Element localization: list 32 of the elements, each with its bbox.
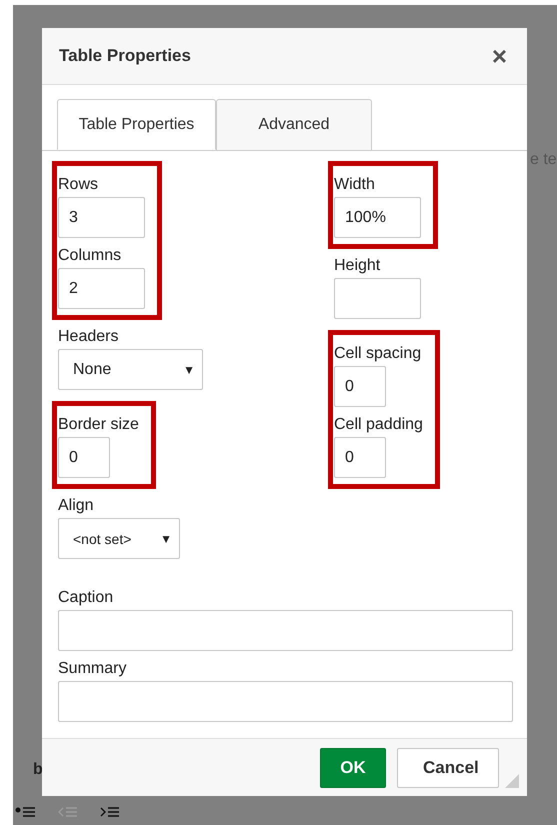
- resize-grip-icon[interactable]: [505, 774, 519, 788]
- input-field[interactable]: 100%: [334, 197, 421, 238]
- input-field[interactable]: [334, 278, 421, 319]
- input-field[interactable]: 3: [58, 197, 145, 238]
- bullet-list-icon[interactable]: [15, 804, 35, 818]
- field-label: Headers: [58, 327, 120, 347]
- field-label: Height: [334, 256, 382, 276]
- input-field[interactable]: 0: [334, 437, 386, 478]
- field-label: Rows: [58, 175, 100, 195]
- field-label: Cell padding: [334, 415, 423, 435]
- dropdown[interactable]: None ▼: [58, 349, 203, 390]
- field-label: Border size: [58, 415, 139, 435]
- dropdown[interactable]: <not set> ▼: [58, 518, 180, 559]
- close-button[interactable]: ×: [492, 43, 507, 69]
- tab[interactable]: Advanced: [216, 99, 372, 150]
- input-field[interactable]: 0: [58, 437, 110, 478]
- ok-button[interactable]: OK: [320, 748, 386, 788]
- field-label: Columns: [58, 246, 122, 266]
- field-label: Align: [58, 496, 95, 516]
- field-label: Summary: [58, 659, 128, 679]
- dialog-title: Table Properties: [59, 46, 191, 66]
- input-field[interactable]: 2: [58, 268, 145, 309]
- input-field[interactable]: [58, 681, 513, 722]
- background-text: b: [33, 761, 43, 779]
- input-field[interactable]: [58, 610, 513, 651]
- indent-icon[interactable]: [99, 804, 119, 818]
- input-field[interactable]: 0: [334, 366, 386, 407]
- tab[interactable]: Table Properties: [57, 99, 216, 150]
- field-label: Cell spacing: [334, 344, 422, 364]
- cancel-button[interactable]: Cancel: [397, 748, 499, 788]
- field-label: Caption: [58, 588, 114, 608]
- field-label: Width: [334, 175, 376, 195]
